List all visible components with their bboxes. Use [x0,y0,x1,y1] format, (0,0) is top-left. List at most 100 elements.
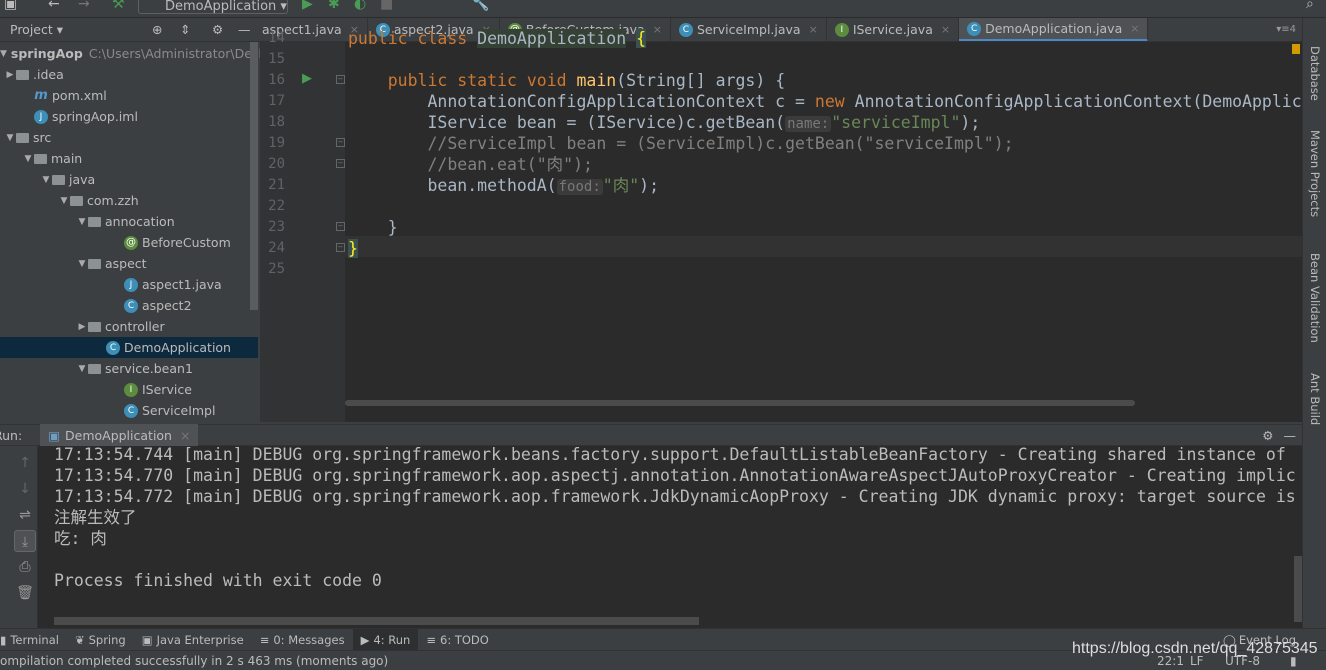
tree-item[interactable]: ▼ main [0,148,258,169]
ant-build-tool[interactable]: Ant Build [1308,373,1322,425]
tree-item[interactable]: ▼ com.zzh [0,190,258,211]
run-gutter-icon[interactable]: ▶ [302,71,312,86]
tool-tab-0-messages[interactable]: ≡ 0: Messages [252,629,353,651]
close-icon[interactable]: × [653,23,662,36]
chevron-down-icon[interactable]: ▼ [76,364,88,374]
close-icon[interactable]: × [180,428,190,443]
tree-item[interactable]: JspringAop.iml [0,106,258,127]
code-token: void [526,71,577,90]
console-horizontal-scrollbar[interactable] [54,617,699,625]
tool-tab-spring[interactable]: ❦ Spring [67,629,134,651]
fold-icon[interactable]: − [336,75,345,84]
maven-projects-tool[interactable]: Maven Projects [1308,130,1322,217]
up-arrow-icon[interactable]: ↑ [14,452,36,474]
gear-icon[interactable]: ⚙ [212,22,223,37]
fold-icon[interactable]: − [336,159,345,168]
bean-validation-tool[interactable]: Bean Validation [1308,253,1322,343]
database-tool[interactable]: Database [1308,46,1322,101]
hide-icon[interactable]: — [238,22,251,37]
locate-icon[interactable]: ⊕ [152,22,162,37]
fold-icon[interactable]: − [336,243,345,252]
save-icon[interactable]: ▣ [4,0,17,12]
tab-iservice-java[interactable]: I IService.java × [827,18,960,41]
tree-item[interactable]: ▼ service.bean1 [0,358,258,379]
chevron-down-icon[interactable]: ▼ [40,175,52,185]
code-token: food: [556,179,603,195]
right-tool-stripe: Database Maven Projects Bean Validation … [1302,18,1326,628]
soft-wrap-icon[interactable]: ⇌ [14,504,36,526]
console-line: 17:13:54.744 [main] DEBUG org.springfram… [54,446,1286,464]
chevron-down-icon[interactable]: ▼ [22,154,34,164]
console-vertical-scrollbar[interactable] [1294,556,1302,622]
fold-icon[interactable]: − [336,222,345,231]
close-icon[interactable]: × [941,23,950,36]
tab-overflow-button[interactable]: ▾≡ 4 [1270,18,1302,41]
tree-item[interactable]: m pom.xml [0,85,258,106]
tool-tab-label: 4: Run [373,632,411,647]
fold-icon[interactable]: − [336,138,345,147]
run-tab-demoapplication[interactable]: ▣ DemoApplication × [40,424,199,446]
tree-item[interactable]: C DemoApplication [0,337,258,358]
code-token: ); [960,113,981,132]
stop-icon[interactable]: ■ [380,0,393,12]
tree-item[interactable]: Jaspect1.java [0,274,258,295]
editor-horizontal-scrollbar[interactable] [345,400,1135,406]
code-line: AnnotationConfigApplicationContext c = n… [348,91,1301,112]
tab-demoapplication-java[interactable]: C DemoApplication.java × [959,18,1149,41]
chevron-right-icon[interactable]: ▶ [76,322,88,332]
tool-tab-4-run[interactable]: ▶ 4: Run [352,628,419,651]
tree-item[interactable]: ▼ aspect [0,253,258,274]
tree-item[interactable]: @ BeforeCustom [0,232,258,253]
chevron-down-icon[interactable]: ▼ [4,133,16,143]
tree-item[interactable]: ▼ src [0,127,258,148]
chevron-down-icon[interactable]: ▼ [0,49,7,59]
chevron-down-icon[interactable]: ▼ [76,217,88,227]
collapse-icon[interactable]: ⇕ [180,22,190,37]
project-view-select[interactable]: Project ▾ [10,22,63,37]
scroll-to-end-icon[interactable]: ⤓ [14,530,36,552]
tree-scrollbar[interactable] [250,42,258,310]
chevron-down-icon[interactable]: ▼ [58,196,70,206]
tree-item-label: java [69,172,96,187]
chevron-down-icon[interactable]: ▼ [76,259,88,269]
tree-item[interactable]: ▼ java [0,169,258,190]
settings-icon[interactable]: 🔧 [472,0,489,12]
tree-item-label: .idea [33,67,64,82]
tree-item[interactable]: ▼ annocation [0,211,258,232]
tree-item[interactable]: ▼ springAop C:\Users\Administrator\Desk [0,43,260,64]
tool-tab-icon: ≡ [259,632,270,647]
coverage-icon[interactable]: ◐ [354,0,366,12]
code-line: //bean.eat("肉"); [348,154,593,175]
back-icon[interactable]: ← [48,0,60,12]
search-icon[interactable]: ⌕ [1306,0,1314,12]
console-output[interactable]: 17:13:54.744 [main] DEBUG org.springfram… [38,446,1302,628]
tree-item[interactable]: I IService [0,379,258,400]
run-config-select[interactable]: DemoApplication ▾ [138,0,288,14]
code-line: public class DemoApplication { [348,28,647,49]
tool-tab-java-enterprise[interactable]: ▣ Java Enterprise [134,629,252,651]
print-icon[interactable]: ⎙ [14,556,36,578]
build-icon[interactable]: ⚒ [112,0,125,12]
tree-item[interactable]: ▶ controller [0,316,258,337]
chevron-right-icon[interactable]: ▶ [4,70,16,80]
tree-item[interactable]: Caspect2 [0,295,258,316]
trash-icon[interactable]: 🗑 [14,582,36,604]
tree-item[interactable]: ▶ .idea [0,64,258,85]
tree-item-label: springAop [10,46,83,61]
run-panel-header: Run: ▣ DemoApplication × ⚙ — [0,424,1302,446]
tab-serviceimpl-java[interactable]: C ServiceImpl.java × [671,18,827,41]
close-icon[interactable]: × [1130,22,1139,35]
run-icon[interactable]: ▶ [302,0,313,12]
down-arrow-icon[interactable]: ↓ [14,478,36,500]
code-token: static [457,71,527,90]
tree-item[interactable]: C ServiceImpl [0,400,258,421]
debug-icon[interactable]: ✱ [328,0,340,12]
close-icon[interactable]: × [809,23,818,36]
folder-icon [34,153,47,164]
gear-icon[interactable]: ⚙ [1262,428,1273,443]
tool-tab-terminal[interactable]: ▮ Terminal [0,629,67,651]
warning-marker[interactable] [1292,44,1300,54]
forward-icon[interactable]: → [78,0,90,12]
tool-tab-6-todo[interactable]: ≡ 6: TODO [418,629,496,651]
hide-icon[interactable]: — [1284,428,1297,443]
